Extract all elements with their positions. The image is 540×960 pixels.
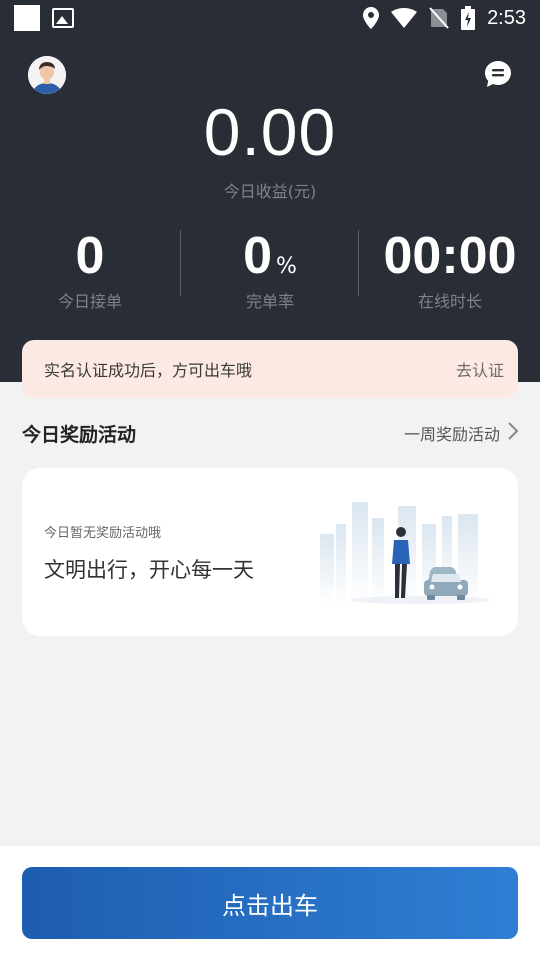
stat-completion-value: 0 bbox=[243, 227, 272, 285]
verify-button[interactable]: 去认证 bbox=[456, 357, 504, 381]
section-title: 今日奖励活动 bbox=[22, 424, 137, 446]
dashboard-header: 0.00 今日收益(元) 0 今日接单 0% 完单率 00:00 在线时长 bbox=[0, 36, 540, 382]
status-time: 2:53 bbox=[487, 6, 526, 29]
square-icon bbox=[14, 5, 40, 31]
message-icon[interactable] bbox=[484, 60, 512, 88]
start-driving-button[interactable]: 点击出车 bbox=[22, 867, 518, 939]
stat-divider bbox=[358, 230, 359, 296]
chevron-right-icon bbox=[508, 422, 519, 444]
status-bar: 2:53 bbox=[0, 0, 540, 36]
location-icon bbox=[363, 7, 380, 29]
stat-online-time-value: 00:00 bbox=[383, 227, 517, 285]
weekly-activities-link[interactable]: 一周奖励活动 bbox=[403, 421, 519, 445]
stat-completion-unit: % bbox=[276, 254, 297, 279]
activities-card: 今日暂无奖励活动哦 文明出行，开心每一天 bbox=[22, 468, 518, 636]
no-activity-slogan: 文明出行，开心每一天 bbox=[44, 558, 254, 582]
stat-orders-value: 0 bbox=[75, 227, 105, 285]
city-person-car-illustration bbox=[290, 494, 490, 614]
stats-row: 0 今日接单 0% 完单率 00:00 在线时长 bbox=[0, 228, 540, 311]
bottom-bar: 点击出车 bbox=[0, 846, 540, 960]
stat-online-time-label: 在线时长 bbox=[417, 292, 482, 311]
signal-off-icon bbox=[429, 7, 449, 29]
avatar[interactable] bbox=[28, 56, 66, 94]
image-icon bbox=[52, 8, 74, 28]
today-earnings-value: 0.00 bbox=[203, 95, 337, 169]
wifi-icon bbox=[391, 8, 418, 28]
verify-banner: 实名认证成功后，方可出车哦 去认证 bbox=[22, 340, 518, 398]
stat-orders: 0 今日接单 bbox=[0, 228, 180, 312]
weekly-activities-label: 一周奖励活动 bbox=[403, 425, 500, 444]
verify-banner-text: 实名认证成功后，方可出车哦 bbox=[44, 361, 253, 380]
stat-orders-label: 今日接单 bbox=[57, 292, 122, 311]
battery-charging-icon bbox=[461, 6, 476, 30]
no-activity-subtext: 今日暂无奖励活动哦 bbox=[44, 526, 162, 541]
stat-completion-label: 完单率 bbox=[245, 292, 294, 311]
today-earnings-label: 今日收益(元) bbox=[223, 182, 317, 201]
stat-completion: 0% 完单率 bbox=[180, 228, 360, 312]
stat-online-time: 00:00 在线时长 bbox=[360, 228, 540, 312]
